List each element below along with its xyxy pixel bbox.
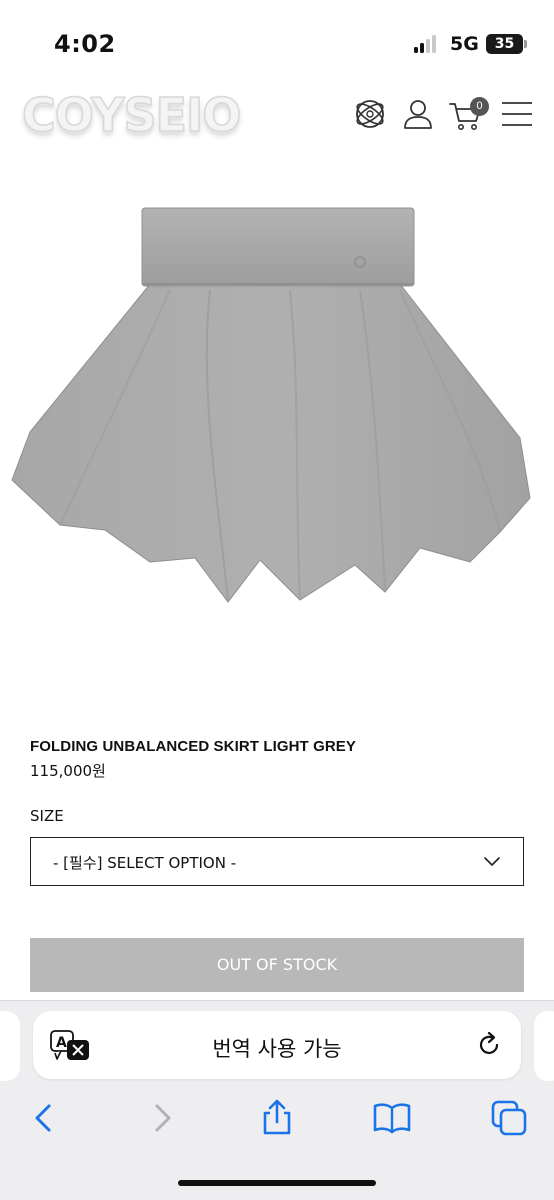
network-label: 5G bbox=[450, 33, 479, 55]
product-price: 115,000원 bbox=[30, 762, 106, 780]
product-name: FOLDING UNBALANCED SKIRT LIGHT GREY bbox=[30, 738, 356, 755]
home-indicator bbox=[178, 1180, 376, 1186]
user-icon[interactable] bbox=[400, 96, 436, 132]
globe-icon[interactable] bbox=[352, 96, 388, 132]
chevron-down-icon bbox=[484, 857, 500, 866]
menu-icon[interactable] bbox=[499, 96, 535, 132]
back-icon[interactable] bbox=[24, 1098, 64, 1138]
translate-address-bar[interactable]: A 번역 사용 가능 bbox=[33, 1011, 521, 1079]
tabs-icon[interactable] bbox=[489, 1098, 529, 1138]
status-time: 4:02 bbox=[54, 30, 116, 58]
forward-icon[interactable] bbox=[142, 1098, 182, 1138]
next-tab-card[interactable] bbox=[534, 1011, 554, 1081]
reload-icon[interactable] bbox=[475, 1031, 503, 1059]
out-of-stock-button[interactable]: OUT OF STOCK bbox=[30, 938, 524, 992]
battery-icon: 35 bbox=[486, 34, 527, 54]
battery-level: 35 bbox=[494, 36, 515, 52]
status-bar: 4:02 5G 35 bbox=[0, 0, 554, 86]
signal-icon bbox=[414, 35, 442, 53]
product-image bbox=[11, 207, 531, 603]
size-option-select[interactable]: - [필수] SELECT OPTION - bbox=[30, 837, 524, 886]
site-header: COYSEIO bbox=[0, 86, 554, 156]
bookmarks-icon[interactable] bbox=[372, 1098, 412, 1138]
size-label: SIZE bbox=[30, 807, 64, 825]
option-select-value: - [필수] SELECT OPTION - bbox=[53, 854, 237, 872]
brand-logo[interactable]: COYSEIO bbox=[21, 87, 242, 143]
cart-count-badge: 0 bbox=[470, 97, 489, 116]
previous-tab-card[interactable] bbox=[0, 1011, 20, 1081]
translate-available-label: 번역 사용 가능 bbox=[212, 1037, 342, 1061]
share-icon[interactable] bbox=[257, 1098, 297, 1138]
